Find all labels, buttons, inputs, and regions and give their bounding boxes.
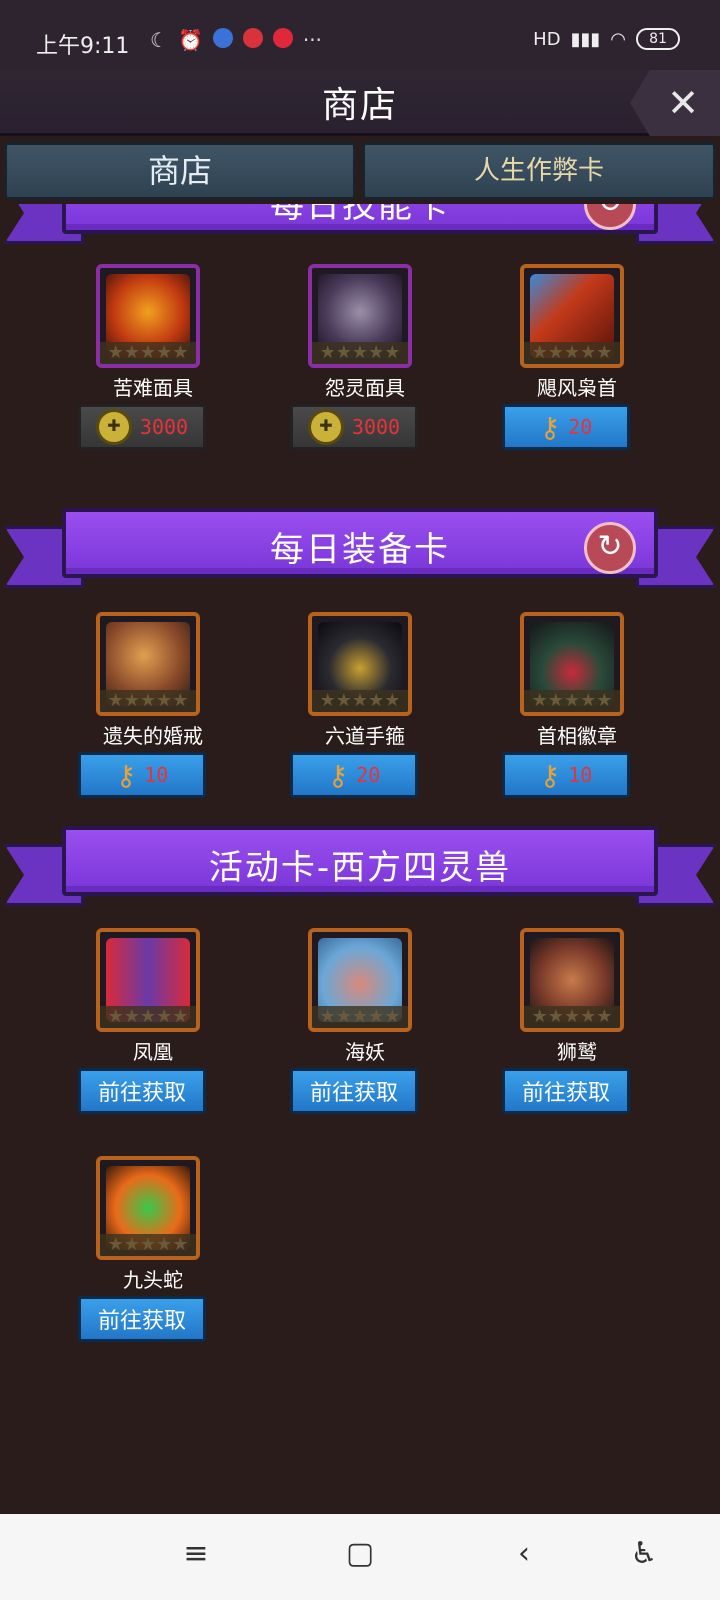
refresh-icon: ↻ xyxy=(597,204,622,220)
item-name: 九头蛇 xyxy=(123,1268,183,1292)
buy-button[interactable]: ✚ 3000 xyxy=(78,404,206,450)
section-title: 每日技能卡 xyxy=(270,204,450,226)
coin-icon: ✚ xyxy=(307,409,344,445)
item-price: 10 xyxy=(144,763,169,787)
item-card[interactable]: ★★★★★ 飓风枭首 ⚷ 20 xyxy=(502,264,652,464)
home-icon[interactable]: ▢ xyxy=(330,1536,390,1571)
item-card[interactable]: ★★★★★ 海妖 前往获取 xyxy=(290,928,440,1128)
refresh-button[interactable]: ↻ xyxy=(584,522,636,574)
close-icon: ✕ xyxy=(667,81,699,125)
item-card[interactable]: ★★★★★ 九头蛇 前往获取 xyxy=(78,1156,228,1356)
item-card[interactable]: ★★★★★ 凤凰 前往获取 xyxy=(78,928,228,1128)
item-name: 怨灵面具 xyxy=(325,376,405,400)
item-price: 20 xyxy=(356,763,381,787)
star-rating: ★★★★★ xyxy=(312,1006,408,1028)
shop-header: 商店 ✕ xyxy=(0,70,720,136)
tab-shop[interactable]: 商店 xyxy=(4,142,356,200)
shop-tabs: 商店 人生作弊卡 xyxy=(0,142,720,204)
item-price: 10 xyxy=(568,763,593,787)
menu-icon[interactable]: ≡ xyxy=(166,1536,226,1571)
item-card[interactable]: ★★★★★ 首相徽章 ⚷ 10 xyxy=(502,612,652,812)
key-icon: ⚷ xyxy=(539,758,561,792)
back-icon[interactable]: ‹ xyxy=(494,1536,554,1571)
alarm-icon: ⏰ xyxy=(177,28,203,52)
key-icon: ⚷ xyxy=(539,410,561,444)
key-icon: ⚷ xyxy=(327,758,349,792)
signal-icon: ▮▮▮ xyxy=(570,28,601,50)
buy-button[interactable]: ⚷ 10 xyxy=(78,752,206,798)
star-rating: ★★★★★ xyxy=(312,690,408,712)
battery-icon: 81 xyxy=(636,28,680,50)
star-rating: ★★★★★ xyxy=(100,1006,196,1028)
star-rating: ★★★★★ xyxy=(312,342,408,364)
goto-label: 前往获取 xyxy=(309,1081,398,1106)
system-nav-bar: ≡ ▢ ‹ ♿ xyxy=(0,1514,720,1600)
star-rating: ★★★★★ xyxy=(100,1234,196,1256)
item-name: 狮鹫 xyxy=(557,1040,597,1064)
item-name: 凤凰 xyxy=(133,1040,173,1064)
star-rating: ★★★★★ xyxy=(524,1006,620,1028)
network-label: HD xyxy=(533,28,561,50)
buy-button[interactable]: ✚ 3000 xyxy=(290,404,418,450)
star-rating: ★★★★★ xyxy=(100,342,196,364)
coin-icon: ✚ xyxy=(95,409,132,445)
accessibility-icon[interactable]: ♿ xyxy=(614,1536,674,1571)
section-title: 活动卡-西方四灵兽 xyxy=(208,848,512,888)
section-banner-equipment: 每日装备卡 ↻ xyxy=(0,508,720,592)
shop-content[interactable]: 每日技能卡 ↻ ★★★★★ 苦难面具 ✚ 3000 ★★★★★ 怨灵面具 ✚ 3… xyxy=(0,204,720,1514)
star-rating: ★★★★★ xyxy=(524,342,620,364)
item-card[interactable]: ★★★★★ 苦难面具 ✚ 3000 xyxy=(78,264,228,464)
item-name: 苦难面具 xyxy=(113,376,193,400)
status-system-icons: HD ▮▮▮ ◠ 81 xyxy=(533,28,680,50)
item-price: 3000 xyxy=(351,415,401,439)
item-name: 六道手箍 xyxy=(325,724,405,748)
star-rating: ★★★★★ xyxy=(524,690,620,712)
item-price: 3000 xyxy=(139,415,189,439)
buy-button[interactable]: ⚷ 10 xyxy=(502,752,630,798)
goto-button[interactable]: 前往获取 xyxy=(290,1068,418,1114)
app-notification-icon xyxy=(272,28,293,48)
goto-button[interactable]: 前往获取 xyxy=(502,1068,630,1114)
item-name: 首相徽章 xyxy=(537,724,617,748)
item-name: 遗失的婚戒 xyxy=(103,724,203,748)
app-notification-icon xyxy=(212,28,233,48)
tab-cheat-cards[interactable]: 人生作弊卡 xyxy=(362,142,716,200)
status-notification-icons: ☾ ⏰ ··· xyxy=(150,28,322,52)
more-icon: ··· xyxy=(302,28,322,52)
goto-label: 前往获取 xyxy=(97,1309,186,1334)
item-name: 飓风枭首 xyxy=(537,376,617,400)
goto-label: 前往获取 xyxy=(97,1081,186,1106)
item-card[interactable]: ★★★★★ 遗失的婚戒 ⚷ 10 xyxy=(78,612,228,812)
section-title: 每日装备卡 xyxy=(270,530,450,570)
app-notification-icon xyxy=(242,28,263,48)
item-card[interactable]: ★★★★★ 狮鹫 前往获取 xyxy=(502,928,652,1128)
buy-button[interactable]: ⚷ 20 xyxy=(502,404,630,450)
moon-icon: ☾ xyxy=(150,28,168,52)
buy-button[interactable]: ⚷ 20 xyxy=(290,752,418,798)
goto-button[interactable]: 前往获取 xyxy=(78,1068,206,1114)
item-name: 海妖 xyxy=(345,1040,385,1064)
item-card[interactable]: ★★★★★ 怨灵面具 ✚ 3000 xyxy=(290,264,440,464)
section-banner-event: 活动卡-西方四灵兽 xyxy=(0,826,720,910)
page-title: 商店 xyxy=(321,85,398,126)
key-icon: ⚷ xyxy=(115,758,137,792)
item-price: 20 xyxy=(568,415,593,439)
wifi-icon: ◠ xyxy=(610,28,626,50)
item-card[interactable]: ★★★★★ 六道手箍 ⚷ 20 xyxy=(290,612,440,812)
section-banner-skill: 每日技能卡 ↻ xyxy=(0,204,720,248)
refresh-icon: ↻ xyxy=(597,529,623,564)
star-rating: ★★★★★ xyxy=(100,690,196,712)
goto-button[interactable]: 前往获取 xyxy=(78,1296,206,1342)
goto-label: 前往获取 xyxy=(521,1081,610,1106)
status-time: 上午9:11 xyxy=(36,34,130,59)
